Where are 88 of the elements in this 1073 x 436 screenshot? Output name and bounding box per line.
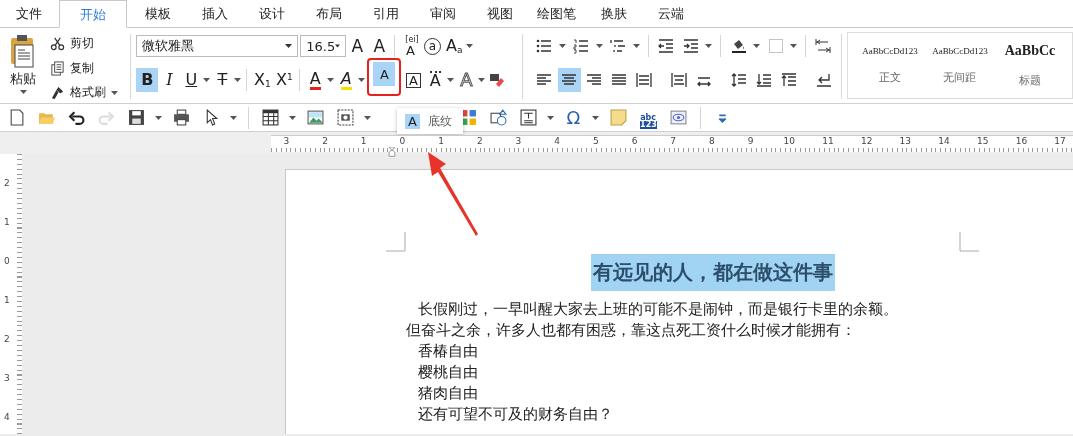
undo-icon — [68, 109, 85, 126]
style-item[interactable]: AaBbCc 标题 — [996, 33, 1064, 98]
outdent-icon — [657, 38, 674, 54]
borders-icon — [767, 38, 784, 54]
distribute-icon — [636, 72, 653, 88]
spaceup-icon — [781, 72, 798, 88]
document-title: 有远见的人，都在做这件事 — [591, 254, 835, 291]
shading-button[interactable]: A — [373, 62, 396, 86]
clipboard-icon — [9, 34, 37, 68]
case-button[interactable]: Aa — [443, 34, 466, 58]
screenshot-icon — [337, 109, 354, 126]
ribbon-tab[interactable]: 设计 — [243, 0, 300, 27]
body-text-line: 长假刚过，一早叫醒大家去上班的可能不是闹钟，而是银行卡里的余额。 — [417, 299, 899, 320]
justify-icon — [611, 72, 628, 88]
body-text-line: 猪肉自由 — [417, 383, 479, 404]
border-button[interactable]: A — [402, 68, 425, 92]
redo-icon — [98, 109, 115, 126]
right-icon — [586, 72, 603, 88]
center-align-button[interactable] — [557, 68, 581, 92]
ribbon-tab[interactable]: 云端 — [642, 0, 699, 27]
spacing-icon — [731, 72, 748, 88]
left-icon — [536, 72, 553, 88]
clipboard-item[interactable]: 复制 — [50, 57, 118, 79]
caret-icon — [111, 90, 118, 95]
picture-icon — [307, 109, 324, 126]
subscript-button[interactable]: X 1 — [251, 68, 274, 92]
ribbon-tab[interactable]: 换肤 — [585, 0, 642, 27]
ribbon-tab[interactable]: 布局 — [300, 0, 357, 27]
print-icon — [173, 109, 190, 126]
indent-icon — [682, 38, 699, 54]
save-icon — [128, 109, 145, 126]
style-item[interactable]: AaBbCcDd123 正文 — [856, 33, 924, 98]
body-text-line: 但奋斗之余，许多人也都有困惑，靠这点死工资什么时候才能拥有： — [406, 320, 857, 341]
eraser-icon — [489, 72, 506, 88]
body-text-line: 樱桃自由 — [417, 362, 479, 383]
ribbon-tab[interactable]: 开始 — [59, 0, 127, 28]
emphasis-button[interactable]: A — [424, 68, 447, 92]
grow-button[interactable]: A — [346, 34, 369, 58]
tooltip: A 底纹 — [397, 108, 463, 134]
caret-icon — [285, 44, 293, 48]
textbox-icon — [520, 109, 537, 126]
highlight-button[interactable]: A — [335, 68, 358, 92]
strike-button[interactable]: T — [211, 68, 234, 92]
margin-corner-icon — [959, 232, 979, 252]
font-name-dropdown[interactable]: 微软雅黑 — [136, 35, 299, 57]
ribbon-tab[interactable]: 模板 — [129, 0, 186, 27]
ribbon-tab[interactable]: 引用 — [357, 0, 414, 27]
vertical-ruler: 2 1 0 1 2 3 4 — [0, 154, 22, 434]
bullets-icon — [536, 38, 553, 54]
body-text-line: 还有可望不可及的财务自由？ — [417, 404, 614, 425]
ribbon-tab[interactable]: 视图 — [471, 0, 528, 27]
numbering-icon — [573, 38, 590, 54]
body-text-line: 香椿自由 — [417, 341, 479, 362]
fill-icon — [730, 38, 747, 54]
italic-button[interactable]: I — [158, 68, 181, 92]
ribbon-tab[interactable]: 文件 — [0, 0, 57, 27]
table-icon — [262, 109, 279, 126]
note-icon — [610, 109, 627, 126]
direction-icon — [815, 38, 832, 54]
center-icon — [561, 72, 578, 88]
cut-icon — [50, 35, 65, 51]
phonetic-button[interactable]: [ei] A — [399, 34, 422, 58]
bold-button[interactable]: B — [136, 68, 159, 92]
charwidth-icon — [671, 72, 688, 88]
paste-button[interactable]: 粘贴 — [6, 30, 40, 103]
multilevel-icon — [610, 38, 627, 54]
copy-icon — [50, 60, 65, 76]
margin-corner-icon — [386, 232, 406, 252]
painter-icon — [50, 85, 65, 101]
clipboard-item[interactable]: 格式刷 — [50, 82, 118, 103]
clipboard-item[interactable]: 剪切 — [50, 33, 118, 54]
caret-icon — [335, 44, 341, 48]
ribbon-tab[interactable]: 插入 — [186, 0, 243, 27]
ribbon-tab[interactable]: 审阅 — [414, 0, 471, 27]
style-item[interactable]: AaBbCcDd123 无间距 — [926, 33, 994, 98]
indent-marker-icon[interactable] — [387, 146, 397, 157]
caret-icon — [19, 90, 27, 94]
eye-icon — [670, 109, 687, 126]
newline-icon — [816, 72, 833, 88]
ribbon-tab[interactable]: 绘图笔 — [528, 0, 585, 27]
spacedown-icon — [756, 72, 773, 88]
fontcolor-button[interactable]: A — [304, 68, 327, 92]
new-icon — [8, 109, 25, 126]
underline-button[interactable]: U — [180, 68, 203, 92]
shapes-icon — [490, 109, 507, 126]
font-size-dropdown[interactable]: 16.5 — [300, 35, 347, 57]
shrink-button[interactable]: A — [368, 34, 391, 58]
symbol-button[interactable]: Ω — [561, 105, 586, 130]
